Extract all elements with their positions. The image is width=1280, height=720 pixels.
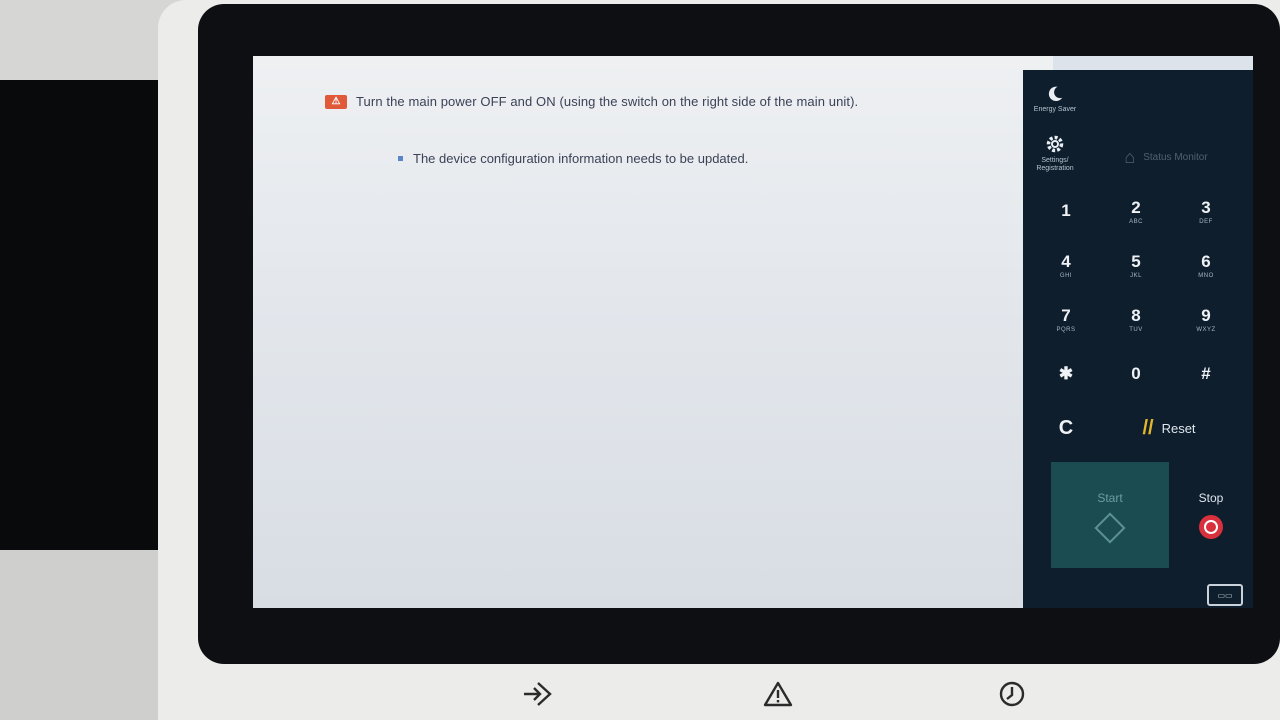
key-2[interactable]: 2 ABC bbox=[1103, 185, 1169, 239]
key-hash[interactable]: # bbox=[1173, 347, 1239, 401]
key-9[interactable]: 9 WXYZ bbox=[1173, 293, 1239, 347]
warning-message: ⚠ Turn the main power OFF and ON (using … bbox=[325, 94, 858, 109]
counter-icon: ▭▭ bbox=[1217, 590, 1233, 600]
key-8[interactable]: 8 TUV bbox=[1103, 293, 1169, 347]
stop-icon bbox=[1199, 515, 1223, 539]
key-1[interactable]: 1 bbox=[1033, 185, 1099, 239]
counter-check-button[interactable]: ▭▭ bbox=[1207, 584, 1243, 606]
key-5[interactable]: 5 JKL bbox=[1103, 239, 1169, 293]
clear-button[interactable]: C bbox=[1033, 401, 1099, 455]
detail-text: The device configuration information nee… bbox=[413, 151, 749, 166]
moon-icon bbox=[1048, 86, 1063, 101]
reset-icon: // bbox=[1142, 416, 1154, 439]
touch-screen: ⚠ Turn the main power OFF and ON (using … bbox=[253, 56, 1253, 608]
reset-button[interactable]: // Reset bbox=[1103, 401, 1235, 455]
login-logout-icon[interactable] bbox=[518, 674, 558, 714]
detail-message: The device configuration information nee… bbox=[398, 151, 748, 166]
bullet-icon bbox=[398, 156, 403, 161]
key-asterisk[interactable]: ✱ bbox=[1033, 347, 1099, 401]
status-monitor-button[interactable]: ⌂ Status Monitor bbox=[1111, 132, 1221, 182]
gear-icon bbox=[1046, 135, 1064, 152]
start-icon bbox=[1094, 512, 1126, 544]
stop-button[interactable]: Stop bbox=[1173, 462, 1249, 568]
settings-registration-button[interactable]: Settings/ Registration bbox=[1025, 128, 1085, 178]
key-3[interactable]: 3 DEF bbox=[1173, 185, 1239, 239]
message-area: ⚠ Turn the main power OFF and ON (using … bbox=[253, 56, 1053, 608]
warning-text: Turn the main power OFF and ON (using th… bbox=[356, 94, 859, 109]
error-warning-icon bbox=[758, 674, 798, 714]
key-7[interactable]: 7 PQRS bbox=[1033, 293, 1099, 347]
energy-saver-button[interactable]: Energy Saver bbox=[1025, 74, 1085, 124]
side-control-panel: Energy Saver Settings/ Registration ⌂ St… bbox=[1023, 70, 1253, 608]
key-4[interactable]: 4 GHI bbox=[1033, 239, 1099, 293]
status-monitor-icon: ⌂ bbox=[1124, 146, 1136, 167]
start-button[interactable]: Start bbox=[1051, 462, 1169, 568]
power-icon[interactable] bbox=[992, 674, 1032, 714]
key-6[interactable]: 6 MNO bbox=[1173, 239, 1239, 293]
key-0[interactable]: 0 bbox=[1103, 347, 1169, 401]
warning-icon: ⚠ bbox=[325, 94, 347, 109]
